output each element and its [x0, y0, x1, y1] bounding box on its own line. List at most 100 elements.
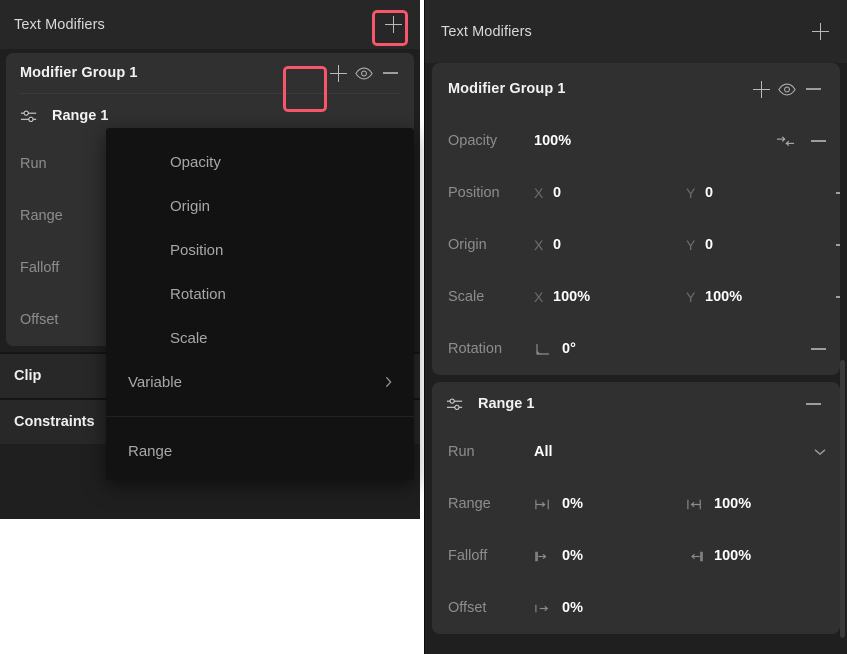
menu-item-variable[interactable]: Variable: [106, 360, 414, 404]
right-group-visibility-toggle[interactable]: [774, 76, 800, 102]
right-modifier-group-card: Modifier Group 1 Opacity 100% Position X…: [432, 63, 840, 375]
right-modifier-group-header: Modifier Group 1: [432, 63, 840, 115]
menu-item-range[interactable]: Range: [106, 429, 414, 473]
minus-icon[interactable]: [811, 348, 826, 350]
minus-icon: [805, 88, 821, 90]
origin-y-field[interactable]: Y 0: [686, 237, 836, 253]
plus-icon: [752, 80, 770, 98]
property-label: Scale: [448, 289, 485, 305]
right-panel-add-modifier-button[interactable]: [807, 19, 833, 45]
scale-x-field[interactable]: X 100%: [534, 289, 686, 305]
falloff-start-field[interactable]: 0%: [534, 548, 686, 564]
left-property-label: Range: [20, 208, 63, 224]
left-group-add-button[interactable]: [325, 60, 351, 86]
left-panel-title: Text Modifiers: [14, 16, 105, 33]
menu-item-label: Range: [128, 442, 173, 460]
property-row-run: Run All: [432, 426, 840, 478]
left-property-label: Offset: [20, 312, 59, 328]
offset-icon: [535, 604, 549, 612]
right-group-add-button[interactable]: [748, 76, 774, 102]
axis-label-x: X: [534, 185, 544, 201]
angle-icon: [536, 343, 549, 355]
menu-item-position[interactable]: Position: [106, 228, 414, 272]
property-row-rotation: Rotation 0°: [432, 323, 840, 375]
axis-label-x: X: [534, 289, 544, 305]
falloff-end-field[interactable]: 100%: [686, 548, 836, 564]
vertical-scrollbar[interactable]: [840, 360, 845, 638]
range-group-remove-button[interactable]: [800, 391, 826, 417]
property-value: 0%: [562, 496, 583, 512]
left-property-label: Run: [20, 156, 47, 172]
minus-icon[interactable]: [836, 244, 840, 246]
property-value: 0: [705, 185, 714, 201]
opacity-value-field[interactable]: 100%: [534, 133, 686, 149]
range-group-header: Range 1: [432, 382, 840, 426]
menu-item-label: Scale: [170, 329, 208, 347]
axis-label-y: Y: [686, 289, 696, 305]
converge-arrows-icon[interactable]: [776, 134, 795, 149]
axis-label-x: X: [534, 237, 544, 253]
property-row-falloff: Falloff 0% 100%: [432, 530, 840, 582]
plus-icon: [384, 16, 402, 33]
offset-field[interactable]: 0%: [534, 600, 686, 616]
left-panel-add-modifier-button[interactable]: [380, 12, 406, 38]
right-panel-title: Text Modifiers: [441, 23, 532, 40]
run-select[interactable]: All: [534, 444, 814, 460]
dropdown-arrow-icon: [297, 128, 319, 129]
property-value: 0: [553, 185, 562, 201]
minus-icon[interactable]: [836, 296, 840, 298]
right-group-remove-button[interactable]: [800, 76, 826, 102]
property-value: 100%: [705, 289, 743, 305]
menu-item-label: Opacity: [170, 153, 221, 171]
menu-item-rotation[interactable]: Rotation: [106, 272, 414, 316]
minus-icon[interactable]: [836, 192, 840, 194]
property-value: 0%: [562, 548, 583, 564]
left-property-label: Falloff: [20, 260, 60, 276]
plus-icon: [329, 64, 347, 82]
menu-item-scale[interactable]: Scale: [106, 316, 414, 360]
range-end-field[interactable]: 100%: [686, 496, 836, 512]
plus-icon: [811, 23, 829, 40]
eye-icon: [778, 83, 796, 95]
scale-y-field[interactable]: Y 100%: [686, 289, 836, 305]
property-row-scale: Scale X 100% Y 100%: [432, 271, 840, 323]
add-modifier-dropdown-menu: Opacity Origin Position Rotation Scale V…: [106, 128, 414, 480]
sliders-icon: [446, 398, 463, 410]
property-label: Falloff: [448, 548, 488, 564]
right-panel-header: Text Modifiers: [425, 0, 847, 63]
menu-item-origin[interactable]: Origin: [106, 184, 414, 228]
menu-item-label: Rotation: [170, 285, 226, 303]
right-text-modifiers-panel: Text Modifiers Modifier Group 1 Opacity …: [424, 0, 847, 654]
position-y-field[interactable]: Y 0: [686, 185, 836, 201]
property-label: Opacity: [448, 133, 498, 149]
property-label: Rotation: [448, 341, 503, 357]
minus-icon[interactable]: [811, 140, 826, 142]
property-value: 100%: [714, 548, 752, 564]
minus-icon: [805, 403, 821, 405]
app-root: Text Modifiers Modifier Group 1 Range 1 …: [0, 0, 847, 654]
menu-item-opacity[interactable]: Opacity: [106, 140, 414, 184]
rotation-value-field[interactable]: 0°: [534, 341, 686, 357]
axis-label-y: Y: [686, 185, 696, 201]
axis-label-y: Y: [686, 237, 696, 253]
property-row-origin: Origin X 0 Y 0: [432, 219, 840, 271]
menu-item-label: Origin: [170, 197, 211, 215]
position-x-field[interactable]: X 0: [534, 185, 686, 201]
left-panel-header: Text Modifiers: [0, 0, 420, 49]
property-row-range: Range 0% 100%: [432, 478, 840, 530]
falloff-start-icon: [535, 551, 547, 561]
menu-item-label: Variable: [128, 373, 182, 391]
range-group-card: Range 1 Run All Range 0% 100% Falloff 0%…: [432, 382, 840, 634]
property-label: Run: [448, 444, 475, 460]
left-group-remove-button[interactable]: [377, 60, 403, 86]
property-value: 100%: [714, 496, 752, 512]
range-group-title: Range 1: [478, 396, 535, 412]
property-label: Origin: [448, 237, 487, 253]
falloff-end-icon: [691, 551, 703, 561]
left-group-visibility-toggle[interactable]: [351, 60, 377, 86]
chevron-down-icon[interactable]: [814, 448, 826, 456]
range-start-field[interactable]: 0%: [534, 496, 686, 512]
property-row-opacity: Opacity 100%: [432, 115, 840, 167]
property-label: Offset: [448, 600, 487, 616]
origin-x-field[interactable]: X 0: [534, 237, 686, 253]
